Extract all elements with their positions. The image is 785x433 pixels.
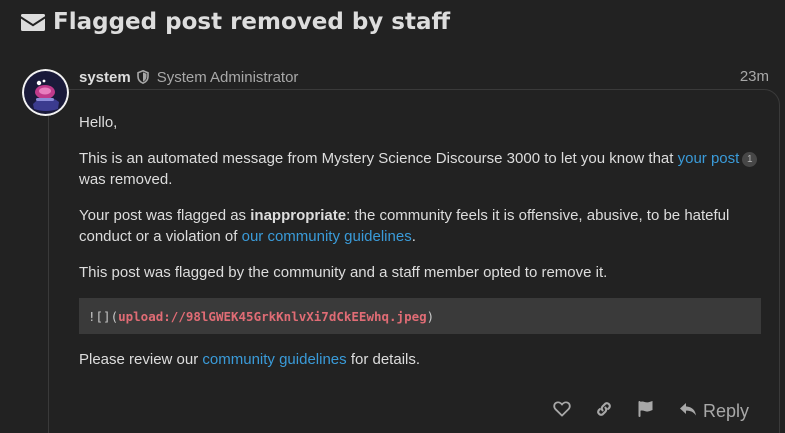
post-date[interactable]: 23m bbox=[740, 67, 769, 87]
user-title: System Administrator bbox=[156, 68, 299, 86]
shield-icon bbox=[136, 70, 149, 84]
avatar[interactable] bbox=[22, 69, 69, 116]
review-paragraph: Please review our community guidelines f… bbox=[79, 349, 761, 370]
topic-title[interactable]: Flagged post removed by staff bbox=[53, 9, 450, 35]
code-upload-url: upload://98lGWEK45GrkKnlvXi7dCkEEwhq.jpe… bbox=[118, 308, 427, 324]
flag-type: inappropriate bbox=[250, 207, 347, 224]
flag-reason-period: . bbox=[411, 228, 416, 245]
link-icon bbox=[595, 400, 613, 423]
flag-reason-paragraph: Your post was flagged as inappropriate: … bbox=[79, 205, 761, 247]
staff-action-text: This post was flagged by the community a… bbox=[79, 264, 608, 281]
guidelines-link[interactable]: our community guidelines bbox=[242, 228, 412, 245]
your-post-link[interactable]: your post bbox=[678, 150, 740, 167]
intro-text-end: was removed. bbox=[79, 171, 173, 188]
reply-button[interactable]: Reply bbox=[679, 398, 749, 424]
envelope-icon bbox=[21, 13, 45, 32]
intro-paragraph: This is an automated message from Myster… bbox=[79, 148, 761, 190]
code-suffix: ) bbox=[426, 308, 435, 324]
reply-icon bbox=[679, 401, 697, 422]
removed-content-code-block: ![](upload://98lGWEK45GrkKnlvXi7dCkEEwhq… bbox=[79, 298, 761, 334]
like-button[interactable] bbox=[541, 398, 583, 424]
greeting-text: Hello, bbox=[79, 114, 118, 131]
topic-header: Flagged post removed by staff bbox=[21, 6, 450, 38]
link-click-count-badge: 1 bbox=[742, 152, 758, 167]
staff-action-paragraph: This post was flagged by the community a… bbox=[79, 262, 761, 283]
greeting-paragraph: Hello, bbox=[79, 112, 761, 133]
username[interactable]: system bbox=[79, 69, 131, 86]
review-text: Please review our bbox=[79, 351, 203, 368]
review-text-end: for details. bbox=[346, 351, 421, 368]
copy-link-button[interactable] bbox=[583, 398, 625, 424]
flag-reason-text: Your post was flagged as bbox=[79, 207, 251, 224]
code-prefix: ![]( bbox=[88, 308, 119, 324]
topic-page: Flagged post removed by staff system Sys… bbox=[0, 0, 785, 433]
flag-icon bbox=[637, 400, 654, 423]
post-body: Hello, This is an automated message from… bbox=[79, 112, 761, 385]
post-meta: system System Administrator bbox=[79, 67, 298, 87]
intro-text: This is an automated message from Myster… bbox=[79, 150, 678, 167]
heart-icon bbox=[553, 400, 571, 422]
reply-label: Reply bbox=[702, 400, 749, 421]
post-actions: Reply bbox=[541, 398, 749, 424]
community-guidelines-link[interactable]: community guidelines bbox=[202, 351, 346, 368]
flag-button[interactable] bbox=[625, 398, 667, 424]
